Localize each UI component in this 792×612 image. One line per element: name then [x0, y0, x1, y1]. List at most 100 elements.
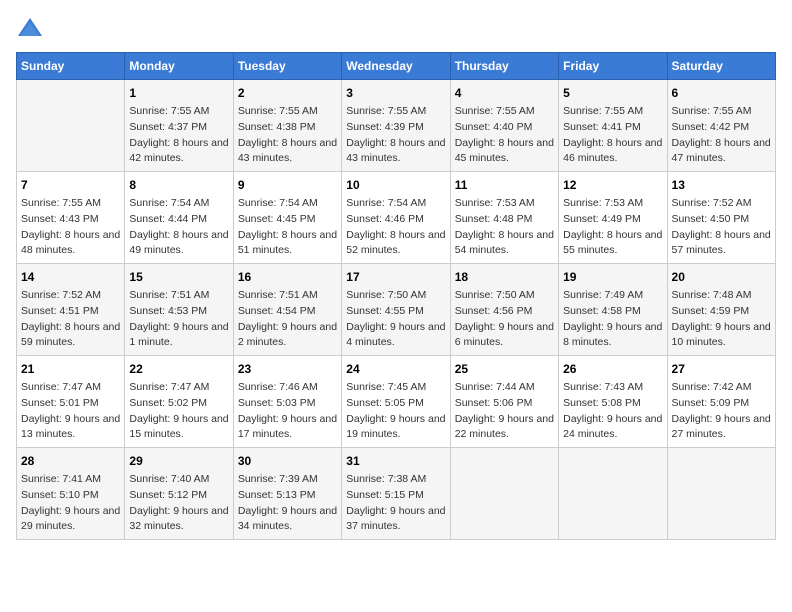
day-number: 27	[672, 360, 771, 378]
day-number: 28	[21, 452, 120, 470]
day-info: Sunrise: 7:47 AMSunset: 5:01 PMDaylight:…	[21, 380, 120, 443]
day-cell	[450, 448, 558, 540]
day-number: 4	[455, 84, 554, 102]
week-row-3: 14 Sunrise: 7:52 AMSunset: 4:51 PMDayligh…	[17, 264, 776, 356]
day-cell: 30 Sunrise: 7:39 AMSunset: 5:13 PMDayligh…	[233, 448, 341, 540]
calendar-header-row: SundayMondayTuesdayWednesdayThursdayFrid…	[17, 53, 776, 80]
day-number: 24	[346, 360, 445, 378]
day-info: Sunrise: 7:40 AMSunset: 5:12 PMDaylight:…	[129, 472, 228, 535]
day-number: 23	[238, 360, 337, 378]
day-cell: 11 Sunrise: 7:53 AMSunset: 4:48 PMDayligh…	[450, 172, 558, 264]
header-tuesday: Tuesday	[233, 53, 341, 80]
day-info: Sunrise: 7:41 AMSunset: 5:10 PMDaylight:…	[21, 472, 120, 535]
day-info: Sunrise: 7:55 AMSunset: 4:43 PMDaylight:…	[21, 196, 120, 259]
logo-icon	[16, 16, 44, 40]
day-info: Sunrise: 7:54 AMSunset: 4:45 PMDaylight:…	[238, 196, 337, 259]
day-info: Sunrise: 7:50 AMSunset: 4:55 PMDaylight:…	[346, 288, 445, 351]
day-info: Sunrise: 7:55 AMSunset: 4:40 PMDaylight:…	[455, 104, 554, 167]
calendar-table: SundayMondayTuesdayWednesdayThursdayFrid…	[16, 52, 776, 540]
day-info: Sunrise: 7:55 AMSunset: 4:39 PMDaylight:…	[346, 104, 445, 167]
page-header	[16, 16, 776, 40]
day-info: Sunrise: 7:55 AMSunset: 4:38 PMDaylight:…	[238, 104, 337, 167]
day-cell: 10 Sunrise: 7:54 AMSunset: 4:46 PMDayligh…	[342, 172, 450, 264]
day-info: Sunrise: 7:49 AMSunset: 4:58 PMDaylight:…	[563, 288, 662, 351]
day-info: Sunrise: 7:51 AMSunset: 4:53 PMDaylight:…	[129, 288, 228, 351]
day-cell	[559, 448, 667, 540]
day-number: 29	[129, 452, 228, 470]
day-number: 10	[346, 176, 445, 194]
header-sunday: Sunday	[17, 53, 125, 80]
day-cell: 27 Sunrise: 7:42 AMSunset: 5:09 PMDayligh…	[667, 356, 775, 448]
day-info: Sunrise: 7:52 AMSunset: 4:51 PMDaylight:…	[21, 288, 120, 351]
day-cell: 12 Sunrise: 7:53 AMSunset: 4:49 PMDayligh…	[559, 172, 667, 264]
day-number: 22	[129, 360, 228, 378]
day-info: Sunrise: 7:48 AMSunset: 4:59 PMDaylight:…	[672, 288, 771, 351]
header-friday: Friday	[559, 53, 667, 80]
day-number: 18	[455, 268, 554, 286]
day-number: 30	[238, 452, 337, 470]
day-info: Sunrise: 7:53 AMSunset: 4:49 PMDaylight:…	[563, 196, 662, 259]
day-number: 19	[563, 268, 662, 286]
day-number: 1	[129, 84, 228, 102]
day-cell	[667, 448, 775, 540]
day-cell: 4 Sunrise: 7:55 AMSunset: 4:40 PMDaylight…	[450, 80, 558, 172]
day-info: Sunrise: 7:51 AMSunset: 4:54 PMDaylight:…	[238, 288, 337, 351]
week-row-4: 21Sunrise: 7:47 AMSunset: 5:01 PMDayligh…	[17, 356, 776, 448]
day-number: 14	[21, 268, 120, 286]
day-cell: 25Sunrise: 7:44 AMSunset: 5:06 PMDayligh…	[450, 356, 558, 448]
day-info: Sunrise: 7:54 AMSunset: 4:44 PMDaylight:…	[129, 196, 228, 259]
header-monday: Monday	[125, 53, 233, 80]
day-cell: 26Sunrise: 7:43 AMSunset: 5:08 PMDayligh…	[559, 356, 667, 448]
day-cell: 21Sunrise: 7:47 AMSunset: 5:01 PMDayligh…	[17, 356, 125, 448]
day-number: 17	[346, 268, 445, 286]
week-row-2: 7 Sunrise: 7:55 AMSunset: 4:43 PMDaylight…	[17, 172, 776, 264]
header-thursday: Thursday	[450, 53, 558, 80]
day-info: Sunrise: 7:55 AMSunset: 4:37 PMDaylight:…	[129, 104, 228, 167]
day-info: Sunrise: 7:46 AMSunset: 5:03 PMDaylight:…	[238, 380, 337, 443]
header-wednesday: Wednesday	[342, 53, 450, 80]
day-cell: 28 Sunrise: 7:41 AMSunset: 5:10 PMDayligh…	[17, 448, 125, 540]
day-number: 26	[563, 360, 662, 378]
day-number: 12	[563, 176, 662, 194]
day-number: 16	[238, 268, 337, 286]
day-number: 6	[672, 84, 771, 102]
day-number: 11	[455, 176, 554, 194]
day-number: 15	[129, 268, 228, 286]
day-cell: 7 Sunrise: 7:55 AMSunset: 4:43 PMDaylight…	[17, 172, 125, 264]
day-cell: 20 Sunrise: 7:48 AMSunset: 4:59 PMDayligh…	[667, 264, 775, 356]
day-cell: 23 Sunrise: 7:46 AMSunset: 5:03 PMDayligh…	[233, 356, 341, 448]
day-info: Sunrise: 7:45 AMSunset: 5:05 PMDaylight:…	[346, 380, 445, 443]
day-cell: 19 Sunrise: 7:49 AMSunset: 4:58 PMDayligh…	[559, 264, 667, 356]
day-info: Sunrise: 7:52 AMSunset: 4:50 PMDaylight:…	[672, 196, 771, 259]
day-cell: 22 Sunrise: 7:47 AMSunset: 5:02 PMDayligh…	[125, 356, 233, 448]
day-cell: 8 Sunrise: 7:54 AMSunset: 4:44 PMDaylight…	[125, 172, 233, 264]
day-number: 7	[21, 176, 120, 194]
day-cell: 24 Sunrise: 7:45 AMSunset: 5:05 PMDayligh…	[342, 356, 450, 448]
day-cell: 1 Sunrise: 7:55 AMSunset: 4:37 PMDaylight…	[125, 80, 233, 172]
day-cell: 16 Sunrise: 7:51 AMSunset: 4:54 PMDayligh…	[233, 264, 341, 356]
day-number: 8	[129, 176, 228, 194]
day-cell	[17, 80, 125, 172]
day-cell: 18 Sunrise: 7:50 AMSunset: 4:56 PMDayligh…	[450, 264, 558, 356]
day-number: 2	[238, 84, 337, 102]
day-info: Sunrise: 7:50 AMSunset: 4:56 PMDaylight:…	[455, 288, 554, 351]
day-info: Sunrise: 7:44 AMSunset: 5:06 PMDaylight:…	[455, 380, 554, 443]
day-info: Sunrise: 7:55 AMSunset: 4:42 PMDaylight:…	[672, 104, 771, 167]
day-cell: 17 Sunrise: 7:50 AMSunset: 4:55 PMDayligh…	[342, 264, 450, 356]
day-info: Sunrise: 7:39 AMSunset: 5:13 PMDaylight:…	[238, 472, 337, 535]
day-cell: 5Sunrise: 7:55 AMSunset: 4:41 PMDaylight…	[559, 80, 667, 172]
day-info: Sunrise: 7:53 AMSunset: 4:48 PMDaylight:…	[455, 196, 554, 259]
day-cell: 14 Sunrise: 7:52 AMSunset: 4:51 PMDayligh…	[17, 264, 125, 356]
day-number: 31	[346, 452, 445, 470]
day-number: 5	[563, 84, 662, 102]
day-number: 9	[238, 176, 337, 194]
day-info: Sunrise: 7:42 AMSunset: 5:09 PMDaylight:…	[672, 380, 771, 443]
day-cell: 9 Sunrise: 7:54 AMSunset: 4:45 PMDaylight…	[233, 172, 341, 264]
day-number: 20	[672, 268, 771, 286]
day-cell: 6 Sunrise: 7:55 AMSunset: 4:42 PMDaylight…	[667, 80, 775, 172]
day-number: 13	[672, 176, 771, 194]
week-row-5: 28 Sunrise: 7:41 AMSunset: 5:10 PMDayligh…	[17, 448, 776, 540]
day-info: Sunrise: 7:54 AMSunset: 4:46 PMDaylight:…	[346, 196, 445, 259]
day-info: Sunrise: 7:38 AMSunset: 5:15 PMDaylight:…	[346, 472, 445, 535]
day-info: Sunrise: 7:47 AMSunset: 5:02 PMDaylight:…	[129, 380, 228, 443]
